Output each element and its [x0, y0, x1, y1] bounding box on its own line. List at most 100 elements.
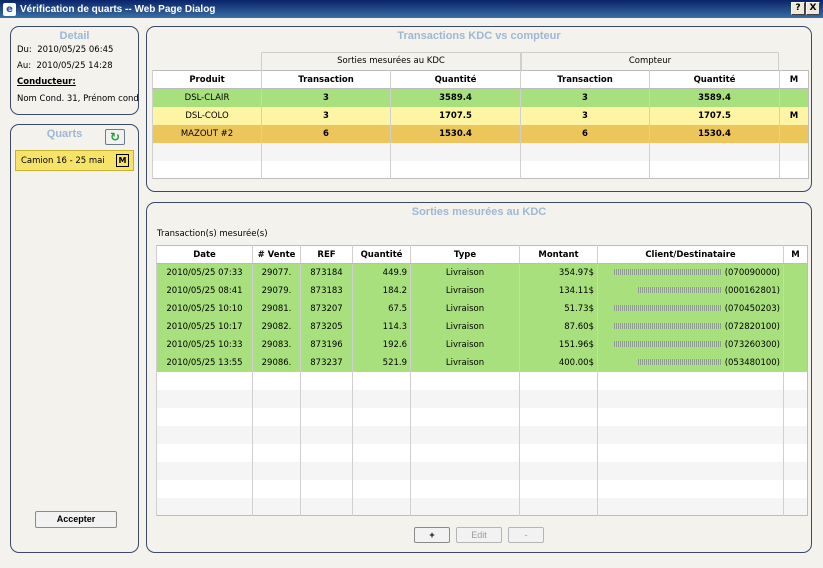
empty-cell: [156, 407, 253, 426]
empty-cell: [519, 425, 598, 444]
summary-header-cell: Transaction: [520, 70, 650, 89]
empty-cell: [352, 479, 411, 498]
client-code: (072820100): [724, 321, 780, 332]
summary-empty-row: [152, 142, 809, 161]
accepter-button[interactable]: Accepter: [35, 511, 117, 528]
empty-cell: [519, 389, 598, 408]
empty-cell: [597, 407, 784, 426]
au-label: Au:: [17, 61, 32, 71]
summary-cell: 3: [261, 88, 391, 107]
summary-row[interactable]: DSL-CLAIR 3 3589.4 3 3589.4: [152, 88, 809, 107]
empty-cell: [300, 389, 353, 408]
empty-cell: [152, 142, 262, 161]
sorties-cell: 873207: [300, 299, 353, 318]
ie-icon: e: [3, 2, 16, 16]
empty-cell: [649, 160, 780, 179]
group-sorties-header: Sorties mesurées au KDC: [261, 52, 521, 70]
sorties-cell: (000162801): [597, 281, 784, 300]
empty-cell: [252, 461, 301, 480]
summary-row[interactable]: MAZOUT #2 6 1530.4 6 1530.4: [152, 124, 809, 143]
empty-cell: [390, 142, 521, 161]
sorties-header-cell: # Vente: [252, 245, 301, 264]
sorties-cell: 873205: [300, 317, 353, 336]
client-code: (070090000): [724, 267, 780, 278]
empty-cell: [783, 371, 808, 390]
remove-button[interactable]: -: [508, 527, 544, 543]
refresh-button[interactable]: ↻: [105, 129, 125, 145]
sorties-cell: 29081.: [252, 299, 301, 318]
empty-cell: [779, 142, 809, 161]
empty-cell: [252, 371, 301, 390]
sorties-cell: [783, 299, 808, 318]
summary-cell: 6: [261, 124, 391, 143]
empty-cell: [390, 160, 521, 179]
redacted-name: [613, 269, 722, 276]
sorties-cell: 29082.: [252, 317, 301, 336]
empty-cell: [300, 497, 353, 516]
refresh-icon: ↻: [109, 130, 121, 144]
sorties-cell: 2010/05/25 10:33: [156, 335, 253, 354]
sorties-header-cell: REF: [300, 245, 353, 264]
summary-cell: 3: [520, 88, 650, 107]
sorties-cell: [783, 263, 808, 282]
empty-cell: [649, 142, 780, 161]
sorties-row[interactable]: 2010/05/25 08:41 29079. 873183 184.2 Livrais…: [156, 281, 808, 300]
empty-cell: [300, 479, 353, 498]
sorties-row[interactable]: 2010/05/25 07:33 29077. 873184 449.9 Livrais…: [156, 263, 808, 282]
add-button[interactable]: +: [414, 527, 450, 543]
sorties-cell: 67.5: [352, 299, 411, 318]
du-label: Du:: [17, 45, 32, 55]
sorties-cell: [783, 335, 808, 354]
empty-cell: [352, 497, 411, 516]
edit-button[interactable]: Edit: [456, 527, 502, 543]
summary-title: Transactions KDC vs compteur: [397, 30, 561, 42]
summary-cell: 1707.5: [649, 106, 780, 125]
empty-cell: [156, 389, 253, 408]
sorties-cell: 114.3: [352, 317, 411, 336]
sorties-header-cell: Type: [410, 245, 520, 264]
empty-cell: [261, 160, 391, 179]
empty-cell: [410, 479, 520, 498]
sorties-subtitle: Transaction(s) mesurée(s): [157, 229, 268, 239]
sorties-empty-row: [156, 407, 808, 426]
empty-cell: [352, 371, 411, 390]
empty-cell: [252, 407, 301, 426]
empty-cell: [520, 142, 650, 161]
empty-cell: [520, 160, 650, 179]
close-button[interactable]: X: [806, 2, 820, 15]
empty-cell: [783, 461, 808, 480]
sorties-row[interactable]: 2010/05/25 10:10 29081. 873207 67.5 Livraiso…: [156, 299, 808, 318]
summary-row[interactable]: DSL-COLO 3 1707.5 3 1707.5 M: [152, 106, 809, 125]
empty-cell: [597, 479, 784, 498]
summary-table: Produit Transaction Quantité Transaction Qua…: [152, 70, 809, 179]
sorties-row[interactable]: 2010/05/25 10:33 29083. 873196 192.6 Livrais…: [156, 335, 808, 354]
sorties-cell: 2010/05/25 10:10: [156, 299, 253, 318]
summary-header-cell: Produit: [152, 70, 262, 89]
empty-cell: [352, 425, 411, 444]
sorties-cell: Livraison: [410, 317, 520, 336]
summary-panel: Transactions KDC vs compteur Sorties mes…: [146, 26, 812, 192]
sorties-cell: Livraison: [410, 263, 520, 282]
sorties-cell: 873237: [300, 353, 353, 372]
detail-au: Au: 2010/05/25 14:28: [17, 61, 113, 71]
summary-header-cell: M: [779, 70, 809, 89]
sorties-empty-row: [156, 479, 808, 498]
du-value: 2010/05/25 06:45: [37, 45, 114, 55]
empty-cell: [252, 479, 301, 498]
empty-cell: [410, 389, 520, 408]
client-code: (070450203): [724, 303, 780, 314]
empty-cell: [410, 407, 520, 426]
sorties-cell: 29086.: [252, 353, 301, 372]
empty-cell: [352, 461, 411, 480]
sorties-row[interactable]: 2010/05/25 13:55 29086. 873237 521.9 Livrais…: [156, 353, 808, 372]
empty-cell: [597, 389, 784, 408]
summary-cell: M: [779, 106, 809, 125]
help-button[interactable]: ?: [791, 2, 805, 15]
quart-item[interactable]: Camion 16 - 25 mai M: [15, 150, 134, 171]
sorties-row[interactable]: 2010/05/25 10:17 29082. 873205 114.3 Livrais…: [156, 317, 808, 336]
empty-cell: [252, 389, 301, 408]
empty-cell: [152, 160, 262, 179]
window-title: Vérification de quarts -- Web Page Dialo…: [20, 3, 216, 15]
empty-cell: [779, 160, 809, 179]
redacted-name: [637, 287, 722, 293]
